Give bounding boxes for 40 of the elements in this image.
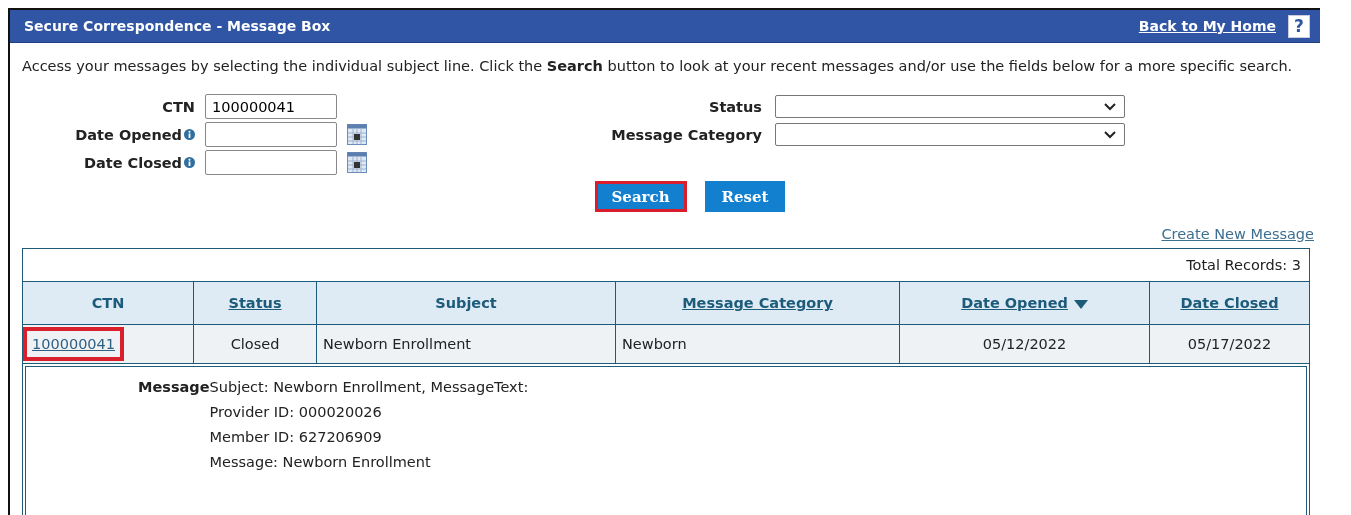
home-link[interactable]: Back to My Home — [1138, 18, 1276, 34]
chevron-down-icon — [1104, 130, 1116, 139]
table-cell: 05/17/2022 — [1149, 324, 1310, 364]
field-label: Date Opened — [75, 126, 182, 143]
field-label: Status — [708, 98, 762, 115]
text-field[interactable]: 100000041 — [205, 94, 337, 119]
dropdown-field[interactable] — [775, 95, 1125, 118]
message-line: Member ID: 627206909 — [209, 428, 383, 447]
column-header[interactable]: Status — [193, 281, 317, 325]
help-button[interactable]: ? — [1288, 14, 1310, 38]
dropdown-field[interactable] — [775, 123, 1125, 146]
field-label: Date Closed — [83, 154, 182, 171]
intro-text: Access your messages by selecting the individual subject line. Click the Search button to look at your recent messages and/or use the fields below for a more specific search. — [22, 57, 1294, 76]
calendar-icon[interactable] — [347, 124, 367, 145]
table-cell: Newborn Enrollment — [316, 324, 616, 364]
column-header: Subject — [316, 281, 616, 325]
column-header[interactable]: Date Closed — [1149, 281, 1310, 325]
sort-down-icon — [1073, 299, 1088, 309]
table-cell: Newborn — [615, 324, 900, 364]
search-button[interactable]: Search — [594, 181, 687, 212]
message-line: Subject: Newborn Enrollment, MessageText: — [209, 378, 529, 397]
date-field[interactable] — [205, 150, 337, 175]
total-records: Total Records: 3 — [1186, 257, 1301, 273]
message-line: Provider ID: 000020026 — [209, 403, 383, 422]
date-field[interactable] — [205, 122, 337, 147]
table-cell: 05/12/2022 — [899, 324, 1150, 364]
table-cell: Closed — [193, 324, 317, 364]
panel-title: Secure Correspondence - Message Box — [24, 18, 331, 34]
calendar-icon[interactable] — [347, 152, 367, 173]
column-header[interactable]: Date Opened — [899, 281, 1150, 325]
create-message-link[interactable]: Create New Message — [1161, 226, 1314, 246]
field-label: Message Category — [611, 126, 762, 143]
reset-button[interactable]: Reset — [704, 181, 786, 212]
field-label: CTN — [162, 98, 195, 115]
column-header[interactable]: Message Category — [615, 281, 900, 325]
chevron-down-icon — [1104, 102, 1116, 111]
ctn-link[interactable]: 100000041 — [23, 327, 125, 361]
message-line: Message: Newborn Enrollment — [209, 453, 432, 472]
detail-label: Message — [138, 378, 210, 397]
column-header: CTN — [22, 281, 194, 325]
